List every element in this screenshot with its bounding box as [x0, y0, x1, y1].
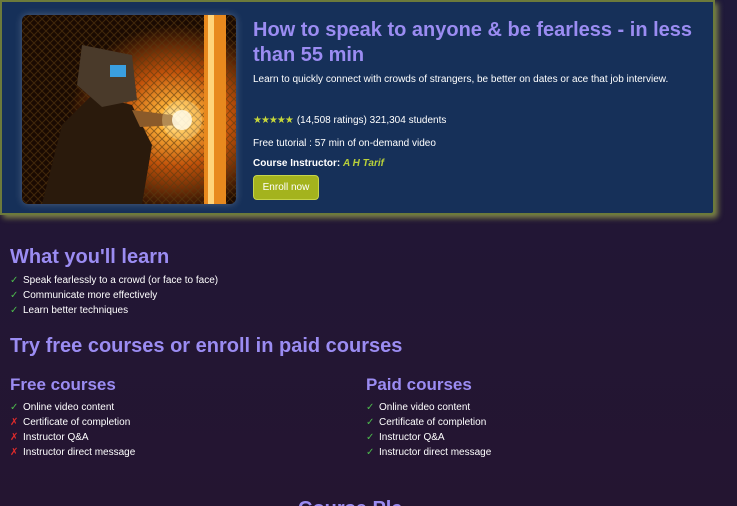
list-item: ✓ Instructor direct message [366, 445, 491, 460]
list-item: ✓ Instructor Q&A [366, 430, 491, 445]
cross-icon: ✗ [10, 432, 19, 443]
check-icon: ✓ [10, 275, 19, 286]
free-features-list: ✓ Online video content ✗ Certificate of co… [10, 400, 135, 460]
list-item-label: Online video content [23, 402, 115, 413]
list-item: ✗ Instructor Q&A [10, 430, 135, 445]
paid-courses-heading: Paid courses [366, 375, 472, 394]
rating-row: ★★★★★ (14,508 ratings) 321,304 students [253, 115, 446, 127]
list-item: ✓ Communicate more effectively [10, 288, 218, 303]
list-item: ✓ Online video content [10, 400, 135, 415]
enroll-now-button[interactable]: Enroll now [253, 175, 319, 200]
course-title: How to speak to anyone & be fearless - i… [253, 19, 693, 66]
course-plan-heading: Course Pla [298, 497, 402, 506]
course-thumbnail [22, 15, 236, 204]
welder-photo-icon [22, 15, 236, 204]
list-item: ✓ Speak fearlessly to a crowd (or face to… [10, 273, 218, 288]
paid-features-list: ✓ Online video content ✓ Certificate of co… [366, 400, 491, 460]
compare-heading: Try free courses or enroll in paid cours… [10, 335, 403, 357]
list-item-label: Instructor Q&A [23, 432, 89, 443]
rating-text: (14,508 ratings) 321,304 students [296, 115, 447, 126]
rating-stars-icon: ★★★★★ [253, 115, 294, 126]
check-icon: ✓ [366, 417, 375, 428]
cross-icon: ✗ [10, 447, 19, 458]
learn-list: ✓ Speak fearlessly to a crowd (or face to… [10, 273, 218, 318]
list-item: ✗ Certificate of completion [10, 415, 135, 430]
instructor-line: Course Instructor: A H Tarif [253, 158, 384, 170]
free-courses-heading: Free courses [10, 375, 116, 394]
check-icon: ✓ [366, 402, 375, 413]
check-icon: ✓ [366, 447, 375, 458]
list-item-label: Instructor Q&A [379, 432, 445, 443]
instructor-label: Course Instructor: [253, 158, 341, 169]
list-item: ✗ Instructor direct message [10, 445, 135, 460]
learn-heading: What you'll learn [10, 246, 170, 268]
tutorial-info: Free tutorial : 57 min of on-demand vide… [253, 138, 436, 149]
list-item-label: Instructor direct message [23, 447, 136, 458]
instructor-name-link[interactable]: A H Tarif [343, 158, 384, 169]
list-item: ✓ Certificate of completion [366, 415, 491, 430]
list-item-label: Instructor direct message [379, 447, 492, 458]
list-item-label: Certificate of completion [379, 417, 487, 428]
list-item-label: Communicate more effectively [23, 290, 158, 301]
check-icon: ✓ [10, 305, 19, 316]
check-icon: ✓ [10, 290, 19, 301]
list-item: ✓ Online video content [366, 400, 491, 415]
list-item-label: Learn better techniques [23, 305, 129, 316]
list-item-label: Speak fearlessly to a crowd (or face to … [23, 275, 219, 286]
cross-icon: ✗ [10, 417, 19, 428]
course-subtitle: Learn to quickly connect with crowds of … [253, 74, 669, 85]
list-item-label: Online video content [379, 402, 471, 413]
course-hero-card: How to speak to anyone & be fearless - i… [0, 0, 715, 215]
list-item: ✓ Learn better techniques [10, 303, 218, 318]
check-icon: ✓ [10, 402, 19, 413]
check-icon: ✓ [366, 432, 375, 443]
list-item-label: Certificate of completion [23, 417, 131, 428]
